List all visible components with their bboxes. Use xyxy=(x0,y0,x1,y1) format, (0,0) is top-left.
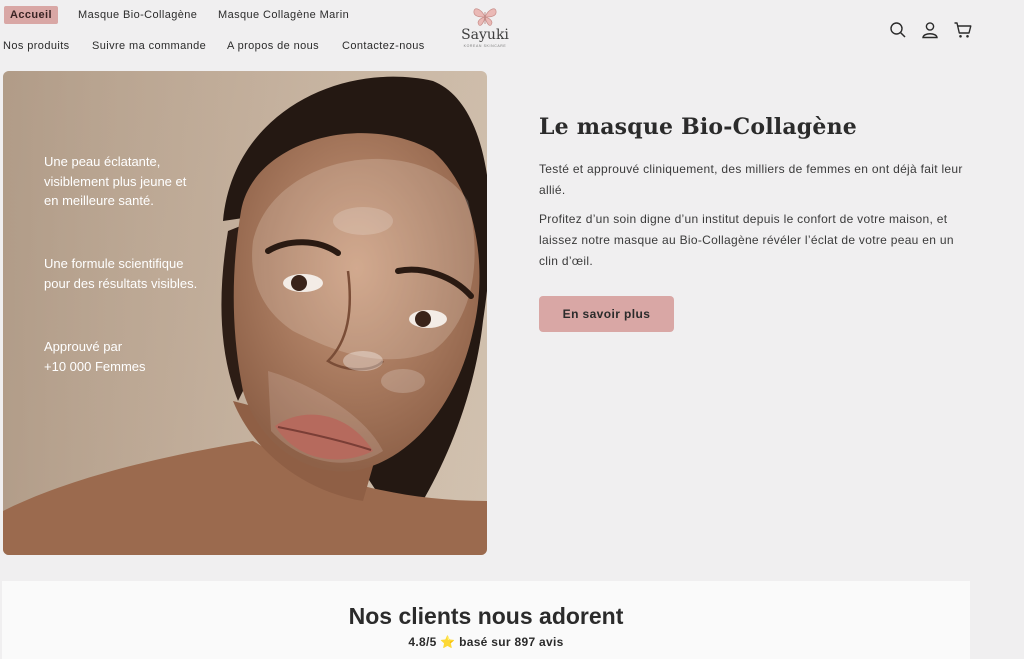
butterfly-icon xyxy=(473,8,497,26)
nav-suivre-commande[interactable]: Suivre ma commande xyxy=(92,40,206,52)
reviews-rating-line: 4.8/5 ⭐ basé sur 897 avis xyxy=(2,635,970,649)
hero-title: Le masque Bio-Collagène xyxy=(539,114,857,140)
hero-image: Une peau éclatante, visiblement plus jeu… xyxy=(3,71,487,555)
account-icon[interactable] xyxy=(920,20,940,40)
hero-overlay-text-2: Une formule scientifique pour des résult… xyxy=(44,256,198,291)
site-header: Accueil Masque Bio-Collagène Masque Coll… xyxy=(0,0,1024,62)
hero-copy: Le masque Bio-Collagène Testé et approuv… xyxy=(539,114,964,272)
woman-face-illustration xyxy=(3,71,487,555)
nav-masque-collagene-marin[interactable]: Masque Collagène Marin xyxy=(218,9,349,21)
nav-a-propos[interactable]: A propos de nous xyxy=(227,40,319,52)
nav-masque-bio-collagene[interactable]: Masque Bio-Collagène xyxy=(78,9,197,21)
hero-paragraph-2: Profitez d’un soin digne d’un institut d… xyxy=(539,212,954,268)
nav-accueil[interactable]: Accueil xyxy=(4,6,58,24)
site-logo[interactable]: Sayuki KOREAN SKINCARE xyxy=(455,6,515,56)
cart-icon[interactable] xyxy=(953,20,973,40)
reviews-section: Nos clients nous adorent 4.8/5 ⭐ basé su… xyxy=(2,581,970,659)
logo-name: Sayuki xyxy=(461,27,509,43)
nav-contact[interactable]: Contactez-nous xyxy=(342,40,425,52)
rating-value: 4.8/5 xyxy=(408,635,437,649)
reviews-title: Nos clients nous adorent xyxy=(348,603,624,629)
hero-overlay-text-3: Approuvé par +10 000 Femmes xyxy=(44,339,146,374)
review-count: basé sur 897 avis xyxy=(459,635,564,649)
nav-nos-produits[interactable]: Nos produits xyxy=(3,40,70,52)
hero-overlay-text-1: Une peau éclatante, visiblement plus jeu… xyxy=(44,154,187,208)
search-icon[interactable] xyxy=(888,20,908,40)
logo-tagline: KOREAN SKINCARE xyxy=(463,44,507,48)
star-icon: ⭐ xyxy=(440,635,456,649)
hero-paragraph-1: Testé et approuvé cliniquement, des mill… xyxy=(539,162,963,197)
learn-more-button[interactable]: En savoir plus xyxy=(539,296,674,332)
